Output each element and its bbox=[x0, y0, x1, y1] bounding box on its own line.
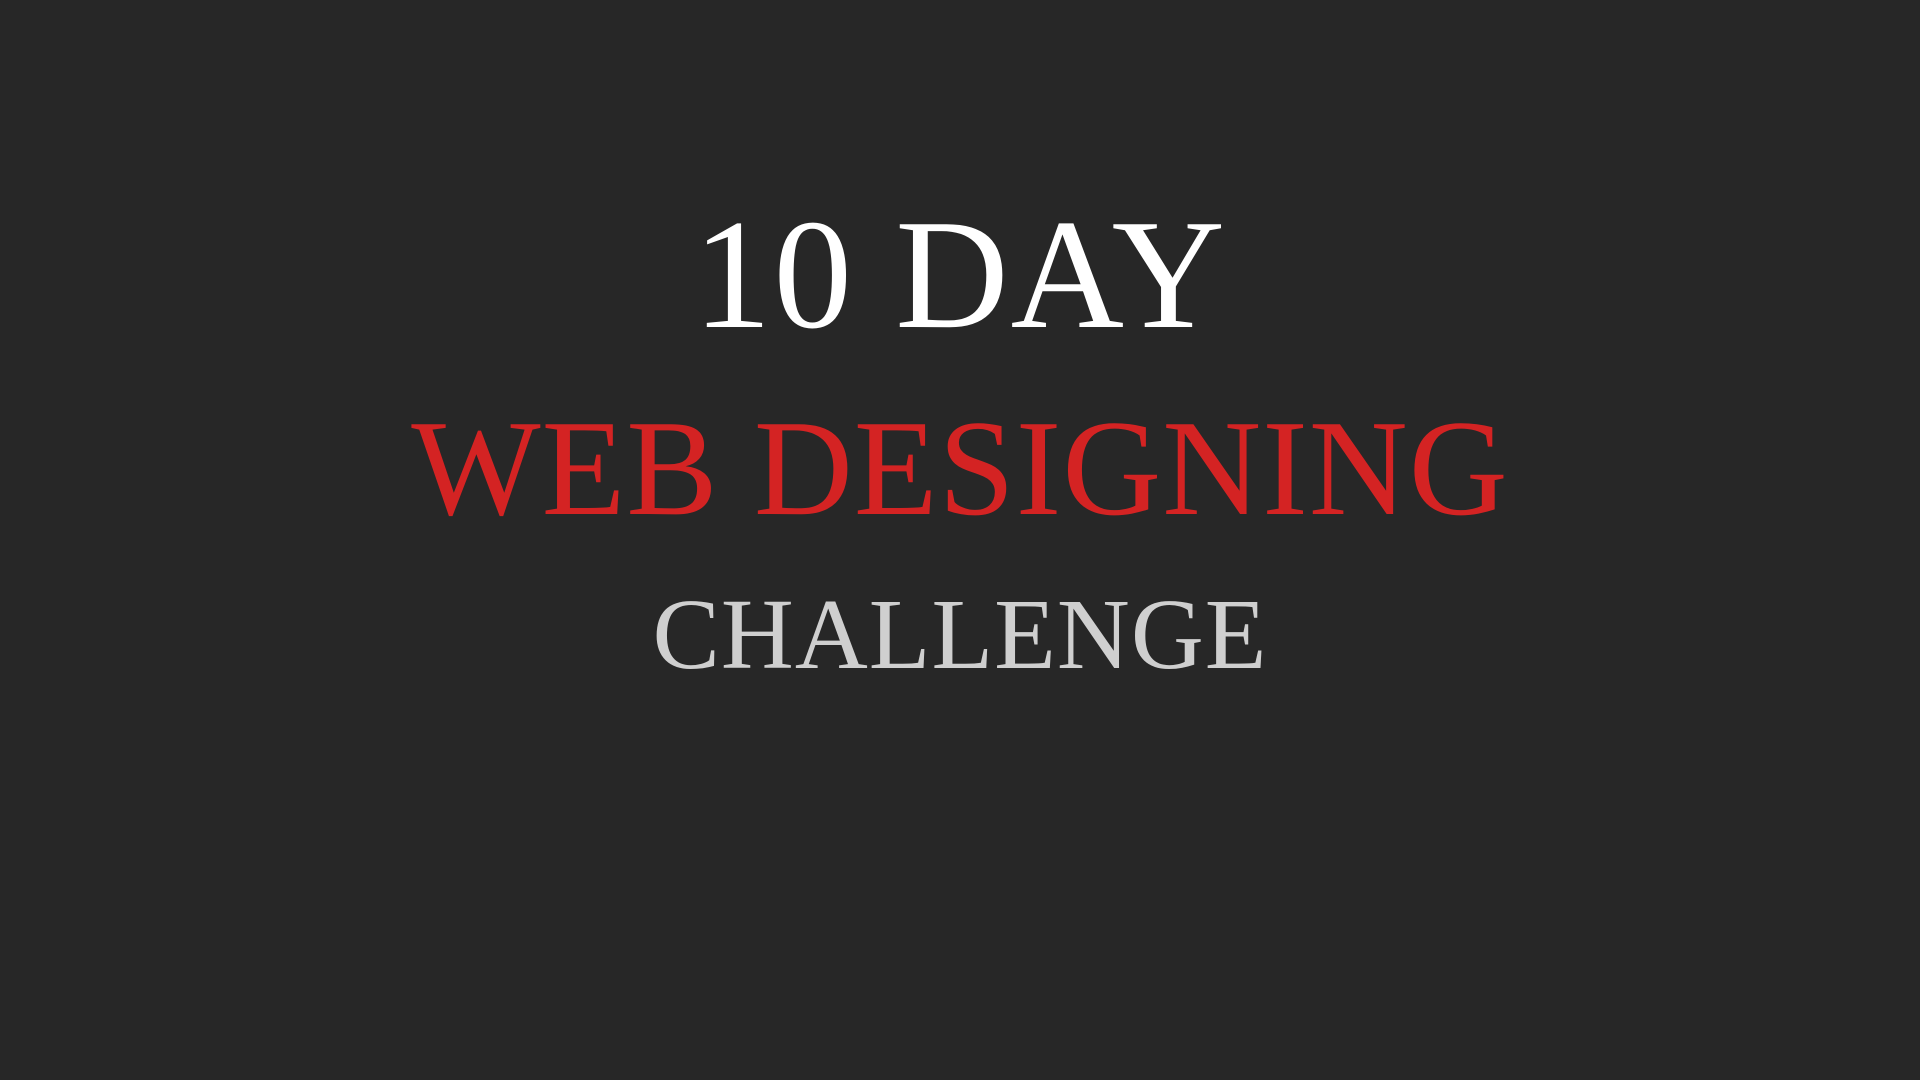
headline-line-3: CHALLENGE bbox=[652, 578, 1268, 690]
title-card: 10 DAY WEB DESIGNING CHALLENGE bbox=[0, 0, 1920, 1080]
headline-line-1: 10 DAY bbox=[693, 187, 1227, 361]
headline-line-2: WEB DESIGNING bbox=[411, 392, 1509, 544]
headline-block: 10 DAY WEB DESIGNING CHALLENGE bbox=[0, 0, 1920, 1080]
